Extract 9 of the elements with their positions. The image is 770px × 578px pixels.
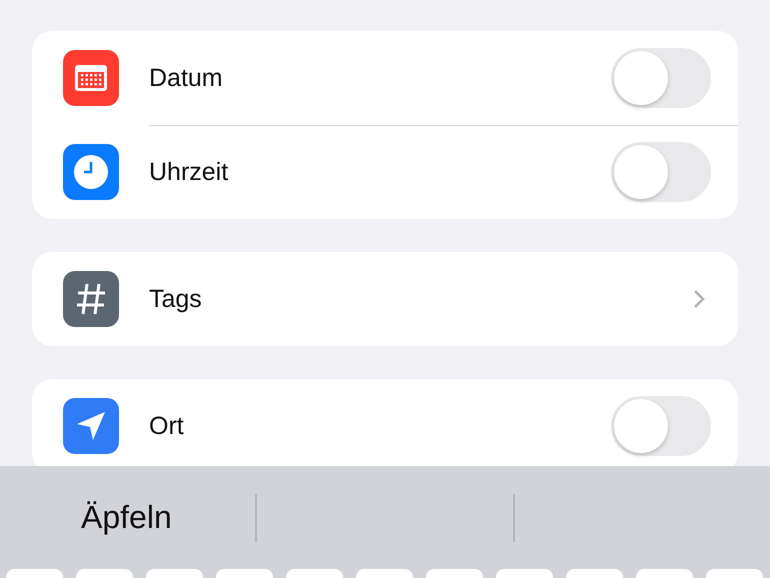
clock-icon [63,144,119,200]
suggestion[interactable]: Äpfeln [81,499,172,536]
row-label: Tags [149,284,203,314]
row-label: Uhrzeit [149,158,230,186]
calendar-icon [63,50,119,106]
row-label: Ort [149,412,185,440]
row-label: Datum [149,64,224,92]
chevron-icon[interactable] [693,289,705,309]
hashtag-icon [63,271,119,327]
